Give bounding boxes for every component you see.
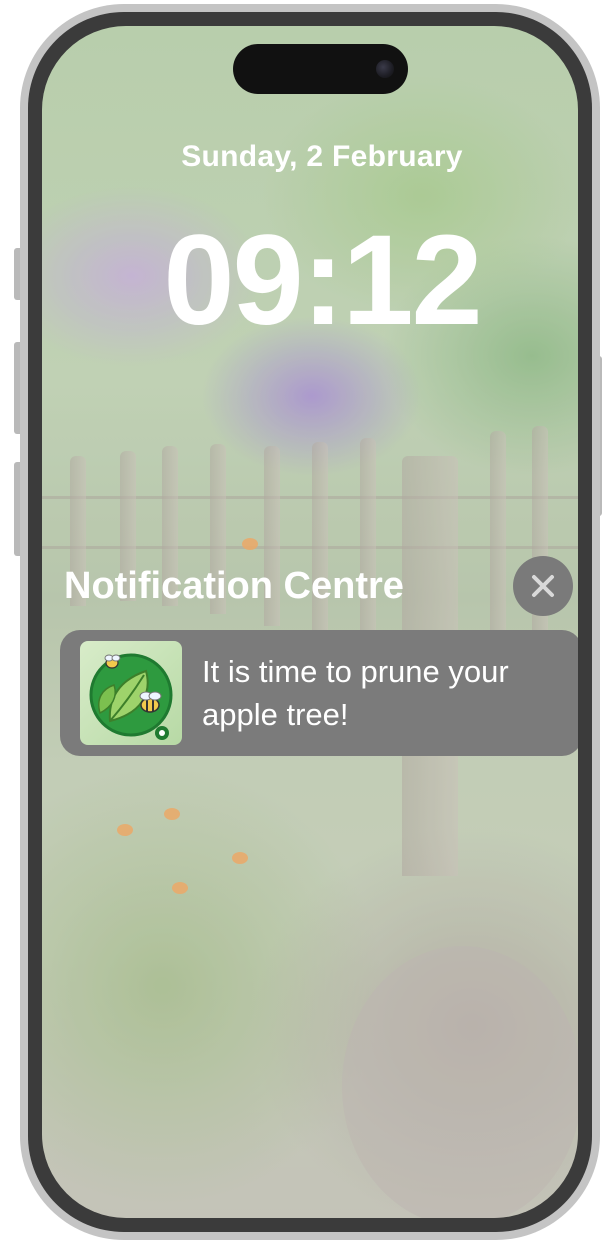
- phone-mockup: Sunday, 2 February 09:12 Notification Ce…: [0, 0, 603, 1243]
- notification-message: It is time to prune your apple tree!: [202, 654, 509, 732]
- wallpaper-dim-overlay: [42, 26, 578, 1218]
- x-icon: [532, 575, 554, 597]
- leaf-bee-app-icon: [80, 641, 182, 745]
- notification-card[interactable]: It is time to prune your apple tree!: [60, 630, 578, 756]
- lock-screen-time: 09:12: [163, 209, 482, 352]
- clear-notifications-button[interactable]: [513, 556, 573, 616]
- notification-centre-title: Notification Centre: [64, 565, 404, 607]
- dynamic-island: [233, 44, 408, 94]
- lock-screen: Sunday, 2 February 09:12 Notification Ce…: [42, 26, 578, 1218]
- lock-screen-date: Sunday, 2 February: [181, 140, 463, 173]
- camera-icon: [376, 60, 394, 78]
